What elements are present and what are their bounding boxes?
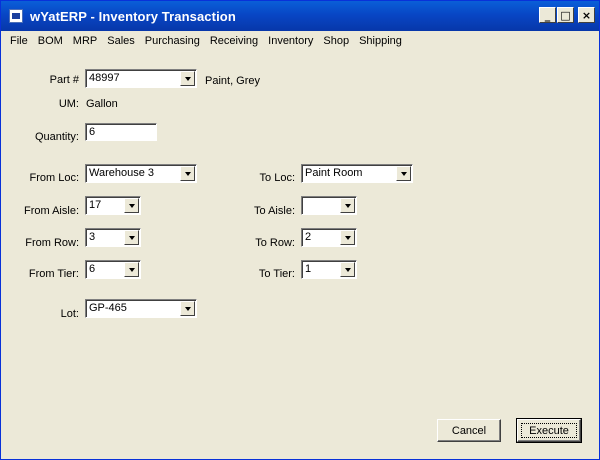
part-description: Paint, Grey — [205, 75, 261, 87]
from-tier-value: 6 — [89, 263, 96, 275]
to-tier-value: 1 — [305, 263, 312, 275]
menu-sales[interactable]: Sales — [107, 35, 135, 47]
quantity-label: Quantity: — [34, 131, 79, 143]
window-controls: _ □ × — [539, 7, 595, 23]
to-row-combo[interactable]: 2 — [301, 228, 357, 247]
to-loc-value: Paint Room — [305, 167, 363, 179]
chevron-down-icon — [344, 267, 351, 272]
menu-inventory[interactable]: Inventory — [268, 35, 313, 47]
minimize-button[interactable]: _ — [539, 7, 556, 23]
from-tier-label: From Tier: — [28, 268, 79, 280]
to-loc-label: To Loc: — [259, 172, 295, 184]
from-aisle-combo[interactable]: 17 — [85, 196, 141, 215]
to-row-dropdown-button[interactable] — [340, 230, 355, 245]
to-tier-combo[interactable]: 1 — [301, 260, 357, 279]
cancel-button[interactable]: Cancel — [437, 419, 501, 442]
cancel-button-label: Cancel — [451, 424, 487, 437]
from-tier-combo[interactable]: 6 — [85, 260, 141, 279]
quantity-field[interactable]: 6 — [85, 123, 157, 141]
menu-bar: File BOM MRP Sales Purchasing Receiving … — [1, 32, 599, 50]
lot-value: GP-465 — [89, 302, 127, 314]
from-loc-value: Warehouse 3 — [89, 167, 155, 179]
chevron-down-icon — [344, 203, 351, 208]
chevron-down-icon — [400, 171, 407, 176]
close-button[interactable]: × — [578, 7, 595, 23]
from-loc-combo[interactable]: Warehouse 3 — [85, 164, 197, 183]
part-number-dropdown-button[interactable] — [180, 71, 195, 86]
to-row-value: 2 — [305, 231, 312, 243]
lot-dropdown-button[interactable] — [180, 301, 195, 316]
inventory-transaction-window: wYatERP - Inventory Transaction _ □ × Fi… — [0, 0, 600, 460]
lot-label: Lot: — [60, 308, 79, 320]
to-loc-dropdown-button[interactable] — [396, 166, 411, 181]
window-title: wYatERP - Inventory Transaction — [30, 8, 236, 24]
to-aisle-combo[interactable] — [301, 196, 357, 215]
execute-button[interactable]: Execute — [516, 418, 582, 443]
to-loc-combo[interactable]: Paint Room — [301, 164, 413, 183]
from-row-label: From Row: — [25, 237, 79, 249]
close-icon: × — [581, 8, 592, 22]
from-aisle-label: From Aisle: — [23, 205, 79, 217]
minimize-icon: _ — [544, 8, 551, 22]
menu-bom[interactable]: BOM — [38, 35, 63, 47]
chevron-down-icon — [128, 203, 135, 208]
menu-file[interactable]: File — [10, 35, 28, 47]
from-row-dropdown-button[interactable] — [124, 230, 139, 245]
maximize-icon: □ — [560, 8, 571, 22]
menu-receiving[interactable]: Receiving — [210, 35, 258, 47]
to-aisle-label: To Aisle: — [254, 205, 295, 217]
from-row-value: 3 — [89, 231, 96, 243]
part-label: Part # — [49, 74, 79, 86]
focus-rect — [521, 423, 577, 438]
menu-mrp[interactable]: MRP — [73, 35, 97, 47]
lot-combo[interactable]: GP-465 — [85, 299, 197, 318]
from-tier-dropdown-button[interactable] — [124, 262, 139, 277]
chevron-down-icon — [184, 171, 191, 176]
menu-shop[interactable]: Shop — [323, 35, 349, 47]
from-row-combo[interactable]: 3 — [85, 228, 141, 247]
um-value: Gallon — [86, 98, 118, 110]
menu-purchasing[interactable]: Purchasing — [145, 35, 200, 47]
from-aisle-value: 17 — [89, 199, 102, 211]
part-number-value: 48997 — [89, 72, 120, 84]
chevron-down-icon — [128, 267, 135, 272]
chevron-down-icon — [344, 235, 351, 240]
chevron-down-icon — [184, 306, 191, 311]
to-row-label: To Row: — [255, 237, 295, 249]
from-loc-label: From Loc: — [29, 172, 79, 184]
quantity-value: 6 — [89, 126, 96, 138]
to-aisle-dropdown-button[interactable] — [340, 198, 355, 213]
from-aisle-dropdown-button[interactable] — [124, 198, 139, 213]
chevron-down-icon — [128, 235, 135, 240]
chevron-down-icon — [184, 76, 191, 81]
title-bar[interactable]: wYatERP - Inventory Transaction _ □ × — [1, 1, 599, 31]
from-loc-dropdown-button[interactable] — [180, 166, 195, 181]
app-icon[interactable] — [9, 9, 23, 23]
to-tier-label: To Tier: — [258, 268, 295, 280]
um-label: UM: — [58, 98, 79, 110]
maximize-button[interactable]: □ — [557, 7, 574, 23]
to-tier-dropdown-button[interactable] — [340, 262, 355, 277]
part-number-combo[interactable]: 48997 — [85, 69, 197, 88]
menu-shipping[interactable]: Shipping — [359, 35, 402, 47]
